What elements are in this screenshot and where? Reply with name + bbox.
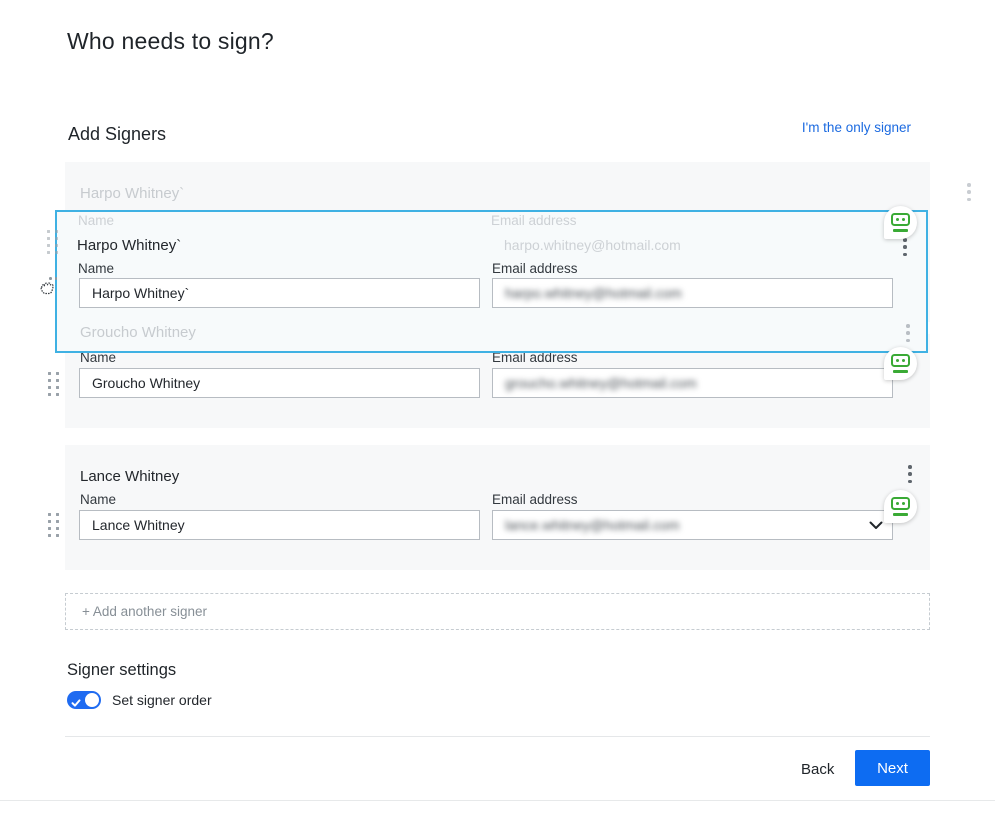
ghost-email-value: harpo.whitney@hotmail.com: [504, 237, 681, 253]
ghost-signer-title: Harpo Whitney`: [80, 185, 184, 202]
email-label: Email address: [492, 492, 578, 507]
toggle-knob: [85, 693, 99, 707]
bottom-rule: [0, 800, 995, 801]
kebab-menu-icon[interactable]: [901, 324, 915, 342]
set-signer-order-label: Set signer order: [112, 692, 212, 708]
signer-name-input[interactable]: [79, 368, 480, 398]
signer-card-lance: Lance Whitney Name Email address lance.w…: [65, 445, 930, 570]
ghost-email-label: Email address: [491, 213, 577, 228]
signer-email-input[interactable]: harpo.whitney@hotmail.com: [492, 278, 893, 308]
redacted-email-text: groucho.whitney@hotmail.com: [505, 375, 697, 391]
signer-settings-heading: Signer settings: [67, 661, 176, 680]
kebab-menu-icon[interactable]: [903, 465, 917, 483]
signer-name-input[interactable]: [79, 510, 480, 540]
redacted-email-text: harpo.whitney@hotmail.com: [505, 285, 682, 301]
name-label: Name: [78, 261, 114, 276]
only-signer-link[interactable]: I'm the only signer: [802, 120, 911, 135]
drag-handle-icon[interactable]: [46, 370, 61, 398]
footer-divider: [65, 736, 930, 737]
who-needs-to-sign-page: Who needs to sign? Add Signers I'm the o…: [0, 0, 995, 821]
back-button[interactable]: Back: [795, 757, 840, 782]
next-button[interactable]: Next: [855, 750, 930, 786]
redacted-email-text: lance.whitney@hotmail.com: [505, 517, 680, 533]
dragged-signer-card[interactable]: Name Email address harpo.whitney@hotmail…: [55, 210, 928, 353]
ghost-next-signer-title: Groucho Whitney: [80, 324, 196, 341]
signer-email-input[interactable]: groucho.whitney@hotmail.com: [492, 368, 893, 398]
ghost-name-label: Name: [78, 213, 114, 228]
roboform-autofill-icon[interactable]: [884, 347, 917, 380]
roboform-autofill-icon[interactable]: [884, 490, 917, 523]
email-label: Email address: [492, 261, 578, 276]
add-signers-heading: Add Signers: [68, 124, 166, 145]
signer-title: Lance Whitney: [80, 468, 179, 485]
drag-handle-icon[interactable]: [45, 228, 60, 256]
signer-email-combobox[interactable]: lance.whitney@hotmail.com: [492, 510, 893, 540]
grabbing-cursor-icon: [36, 276, 59, 304]
chevron-down-icon: [869, 521, 883, 530]
drag-handle-icon[interactable]: [46, 511, 61, 539]
name-label: Name: [80, 492, 116, 507]
page-title: Who needs to sign?: [67, 28, 274, 55]
check-icon: [71, 695, 81, 713]
kebab-menu-icon[interactable]: [898, 238, 912, 256]
signer-name-input[interactable]: [79, 278, 480, 308]
set-signer-order-toggle[interactable]: [67, 691, 101, 709]
roboform-autofill-icon[interactable]: [884, 206, 917, 239]
add-another-signer-button[interactable]: + Add another signer: [65, 593, 930, 630]
kebab-menu-icon[interactable]: [962, 183, 976, 201]
dragged-signer-title: Harpo Whitney`: [77, 237, 181, 254]
set-signer-order-row: Set signer order: [67, 691, 212, 709]
